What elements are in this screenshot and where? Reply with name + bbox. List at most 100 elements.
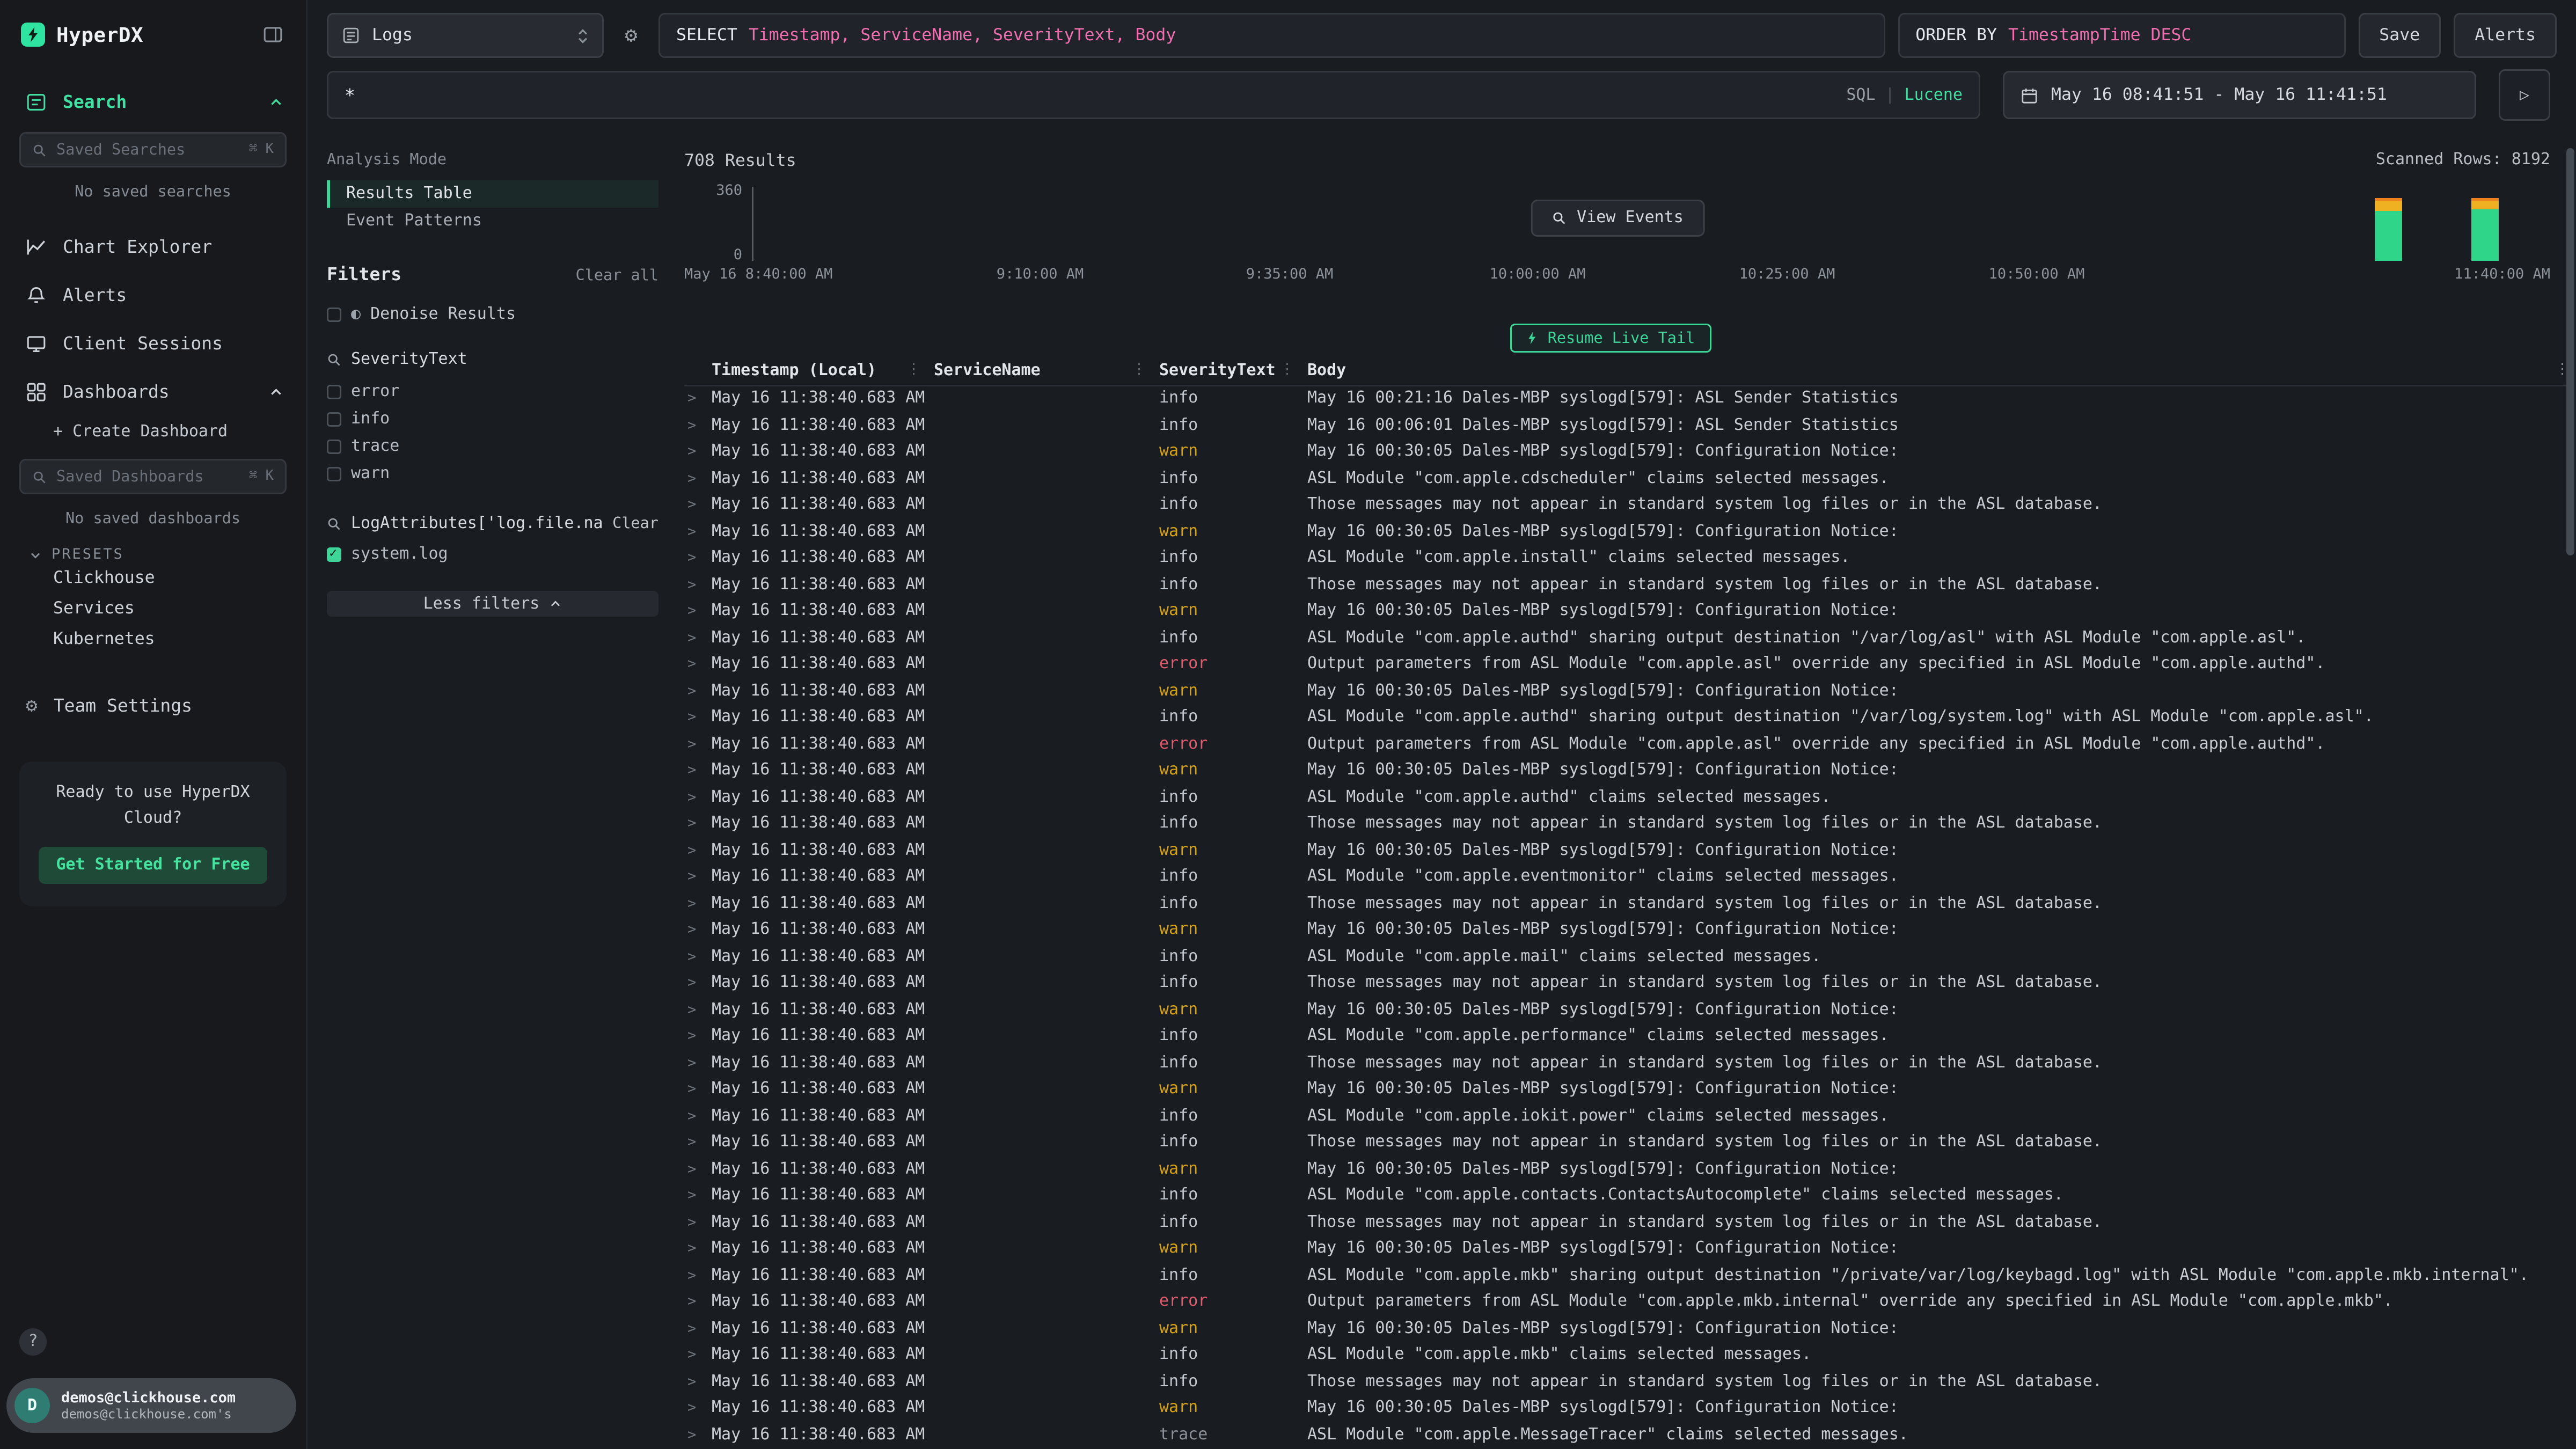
language-toggle-lucene[interactable]: Lucene xyxy=(1905,86,1963,104)
table-row[interactable]: > May 16 11:38:40.683 AM warn May 16 00:… xyxy=(684,838,2570,865)
checkbox[interactable] xyxy=(327,467,341,481)
table-row[interactable]: > May 16 11:38:40.683 AM warn May 16 00:… xyxy=(684,758,2570,785)
severity-option-trace[interactable]: trace xyxy=(327,433,658,460)
get-started-button[interactable]: Get Started for Free xyxy=(38,847,267,884)
table-row[interactable]: > May 16 11:38:40.683 AM info ASL Module… xyxy=(684,705,2570,732)
col-header-timestamp[interactable]: Timestamp (Local)⋮ xyxy=(712,357,934,385)
row-expand-chevron[interactable]: > xyxy=(684,705,712,732)
severity-option-error[interactable]: error xyxy=(327,378,658,406)
row-expand-chevron[interactable]: > xyxy=(684,1236,712,1263)
results-histogram[interactable]: 360 0 View Events xyxy=(684,177,2550,267)
table-row[interactable]: > May 16 11:38:40.683 AM info ASL Module… xyxy=(684,466,2570,493)
table-row[interactable]: > May 16 11:38:40.683 AM warn May 16 00:… xyxy=(684,1077,2570,1104)
table-row[interactable]: > May 16 11:38:40.683 AM warn May 16 00:… xyxy=(684,440,2570,466)
table-row[interactable]: > May 16 11:38:40.683 AM info ASL Module… xyxy=(684,626,2570,653)
checkbox[interactable] xyxy=(327,547,341,562)
help-button[interactable]: ? xyxy=(19,1328,47,1356)
table-row[interactable]: > May 16 11:38:40.683 AM error Output pa… xyxy=(684,652,2570,679)
denoise-results-toggle[interactable]: ◐ Denoise Results xyxy=(327,306,658,324)
table-row[interactable]: > May 16 11:38:40.683 AM info May 16 00:… xyxy=(684,413,2570,440)
table-row[interactable]: > May 16 11:38:40.683 AM info Those mess… xyxy=(684,573,2570,599)
checkbox[interactable] xyxy=(327,440,341,454)
sidebar-item-team-settings[interactable]: ⚙ Team Settings xyxy=(0,681,306,729)
vertical-scrollbar[interactable] xyxy=(2566,148,2574,555)
row-expand-chevron[interactable]: > xyxy=(684,413,712,440)
view-events-button[interactable]: View Events xyxy=(1530,200,1704,237)
source-settings-gear-icon[interactable]: ⚙ xyxy=(617,24,646,48)
table-row[interactable]: > May 16 11:38:40.683 AM error Output pa… xyxy=(684,732,2570,759)
row-expand-chevron[interactable]: > xyxy=(684,466,712,493)
order-by-input[interactable]: ORDER BY TimestampTime DESC xyxy=(1898,13,2345,58)
row-expand-chevron[interactable]: > xyxy=(684,1130,712,1157)
row-expand-chevron[interactable]: > xyxy=(684,599,712,626)
row-expand-chevron[interactable]: > xyxy=(684,679,712,706)
table-row[interactable]: > May 16 11:38:40.683 AM warn May 16 00:… xyxy=(684,918,2570,945)
table-row[interactable]: > May 16 11:38:40.683 AM info Those mess… xyxy=(684,811,2570,838)
column-menu-icon[interactable]: ⋮ xyxy=(1280,357,1294,385)
checkbox[interactable] xyxy=(327,412,341,427)
table-row[interactable]: > May 16 11:38:40.683 AM info Those mess… xyxy=(684,1210,2570,1237)
row-expand-chevron[interactable]: > xyxy=(684,1051,712,1078)
resume-live-tail-button[interactable]: Resume Live Tail xyxy=(1511,324,1711,353)
row-expand-chevron[interactable]: > xyxy=(684,519,712,546)
saved-dashboards-input[interactable]: Saved Dashboards ⌘ K xyxy=(19,459,287,494)
table-row[interactable]: > May 16 11:38:40.683 AM info ASL Module… xyxy=(684,1104,2570,1131)
histogram-bar[interactable] xyxy=(2375,197,2402,261)
row-expand-chevron[interactable]: > xyxy=(684,945,712,971)
row-expand-chevron[interactable]: > xyxy=(684,1370,712,1396)
row-expand-chevron[interactable]: > xyxy=(684,891,712,918)
table-row[interactable]: > May 16 11:38:40.683 AM warn May 16 00:… xyxy=(684,1236,2570,1263)
denoise-checkbox[interactable] xyxy=(327,308,341,322)
row-expand-chevron[interactable]: > xyxy=(684,546,712,573)
row-expand-chevron[interactable]: > xyxy=(684,493,712,519)
table-row[interactable]: > May 16 11:38:40.683 AM info May 16 00:… xyxy=(684,386,2570,413)
row-expand-chevron[interactable]: > xyxy=(684,1104,712,1131)
date-range-picker[interactable]: May 16 08:41:51 - May 16 11:41:51 xyxy=(2003,71,2476,119)
table-row[interactable]: > May 16 11:38:40.683 AM info Those mess… xyxy=(684,1130,2570,1157)
table-row[interactable]: > May 16 11:38:40.683 AM info Those mess… xyxy=(684,891,2570,918)
sidebar-item-dashboards[interactable]: Dashboards xyxy=(0,367,306,415)
run-query-button[interactable]: ▷ xyxy=(2499,69,2550,121)
create-dashboard-button[interactable]: + Create Dashboard xyxy=(0,419,306,448)
row-expand-chevron[interactable]: > xyxy=(684,1263,712,1290)
table-row[interactable]: > May 16 11:38:40.683 AM info ASL Module… xyxy=(684,865,2570,891)
table-row[interactable]: > May 16 11:38:40.683 AM warn May 16 00:… xyxy=(684,679,2570,706)
saved-searches-input[interactable]: Saved Searches ⌘ K xyxy=(19,132,287,167)
checkbox[interactable] xyxy=(327,385,341,399)
row-expand-chevron[interactable]: > xyxy=(684,758,712,785)
user-menu[interactable]: D demos@clickhouse.com demos@clickhouse.… xyxy=(6,1378,296,1433)
table-row[interactable]: > May 16 11:38:40.683 AM info Those mess… xyxy=(684,493,2570,519)
table-row[interactable]: > May 16 11:38:40.683 AM warn May 16 00:… xyxy=(684,599,2570,626)
row-expand-chevron[interactable]: > xyxy=(684,1423,712,1449)
row-expand-chevron[interactable]: > xyxy=(684,1396,712,1423)
presets-toggle[interactable]: PRESETS xyxy=(0,547,306,564)
alerts-button[interactable]: Alerts xyxy=(2454,13,2557,58)
sidebar-item-chart-explorer[interactable]: Chart Explorer xyxy=(0,222,306,270)
row-expand-chevron[interactable]: > xyxy=(684,1157,712,1184)
preset-item-clickhouse[interactable]: Clickhouse xyxy=(0,564,306,594)
table-row[interactable]: > May 16 11:38:40.683 AM info ASL Module… xyxy=(684,1183,2570,1210)
table-row[interactable]: > May 16 11:38:40.683 AM info ASL Module… xyxy=(684,1263,2570,1290)
col-header-severitytext[interactable]: SeverityText⋮ xyxy=(1159,357,1307,385)
row-expand-chevron[interactable]: > xyxy=(684,1210,712,1237)
row-expand-chevron[interactable]: > xyxy=(684,1290,712,1316)
select-clause-input[interactable]: SELECT Timestamp, ServiceName, SeverityT… xyxy=(658,13,1885,58)
row-expand-chevron[interactable]: > xyxy=(684,1024,712,1051)
table-row[interactable]: > May 16 11:38:40.683 AM info ASL Module… xyxy=(684,1343,2570,1370)
table-row[interactable]: > May 16 11:38:40.683 AM trace ASL Modul… xyxy=(684,1423,2570,1449)
row-expand-chevron[interactable]: > xyxy=(684,811,712,838)
row-expand-chevron[interactable]: > xyxy=(684,386,712,413)
row-expand-chevron[interactable]: > xyxy=(684,440,712,466)
sidebar-item-alerts[interactable]: Alerts xyxy=(0,270,306,319)
clear-all-filters-link[interactable]: Clear all xyxy=(576,267,658,285)
source-select[interactable]: Logs xyxy=(327,13,604,58)
column-menu-icon[interactable]: ⋮ xyxy=(906,357,921,385)
table-row[interactable]: > May 16 11:38:40.683 AM warn May 16 00:… xyxy=(684,519,2570,546)
sidebar-item-client-sessions[interactable]: Client Sessions xyxy=(0,319,306,367)
table-row[interactable]: > May 16 11:38:40.683 AM info ASL Module… xyxy=(684,546,2570,573)
table-row[interactable]: > May 16 11:38:40.683 AM error Output pa… xyxy=(684,1290,2570,1316)
table-row[interactable]: > May 16 11:38:40.683 AM info ASL Module… xyxy=(684,1024,2570,1051)
sidebar-collapse-icon[interactable] xyxy=(262,24,283,45)
table-row[interactable]: > May 16 11:38:40.683 AM info ASL Module… xyxy=(684,785,2570,812)
row-expand-chevron[interactable]: > xyxy=(684,785,712,812)
